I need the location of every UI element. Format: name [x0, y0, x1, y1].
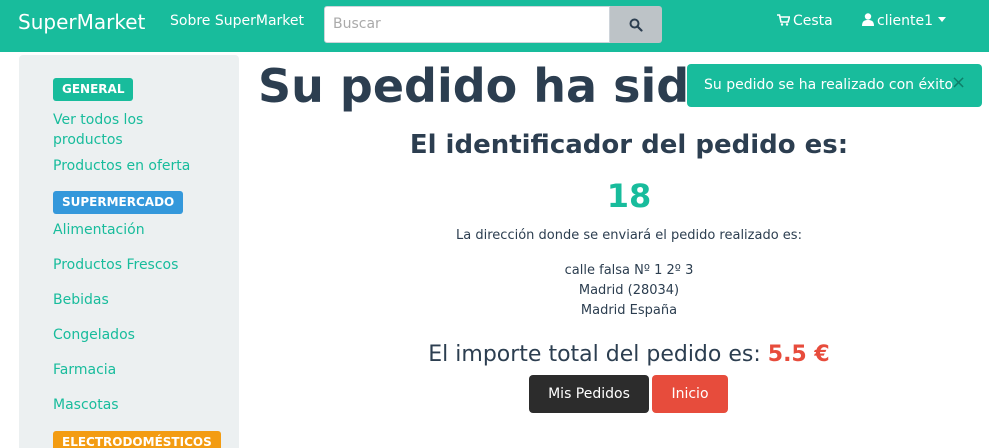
brand-logo[interactable]: SuperMarket [18, 10, 145, 34]
sidebar-item-drinks[interactable]: Bebidas [53, 290, 203, 310]
about-link[interactable]: Sobre SuperMarket [170, 12, 304, 30]
success-toast: Su pedido se ha realizado con éxito × [687, 64, 982, 107]
cart-link[interactable]: Cesta [777, 12, 833, 30]
user-icon [862, 13, 874, 26]
address-line: Madrid (28034) [578, 283, 680, 298]
sidebar-item-pets[interactable]: Mascotas [53, 395, 203, 415]
sidebar-item-pharmacy[interactable]: Farmacia [53, 360, 203, 380]
top-navbar: SuperMarket Sobre SuperMarket Buscar Ces… [0, 0, 989, 52]
home-button[interactable]: Inicio [652, 375, 728, 413]
total-amount: 5.5 € [767, 342, 830, 367]
electro-badge: ELECTRODOMÉSTICOS [53, 431, 221, 448]
sidebar-item-offers[interactable]: Productos en oferta [53, 156, 203, 176]
sidebar-item-all-products[interactable]: Ver todos los productos [53, 110, 203, 150]
address-line: calle falsa Nº 1 2º 3 [564, 263, 694, 278]
toast-message: Su pedido se ha realizado con éxito [704, 77, 954, 93]
supermarket-badge: SUPERMERCADO [53, 191, 184, 214]
close-icon[interactable]: × [951, 73, 966, 93]
sidebar-item-fresh[interactable]: Productos Frescos [53, 255, 203, 275]
search-button[interactable] [610, 6, 662, 43]
total-label: El importe total del pedido es: [428, 342, 761, 367]
sidebar-item-food[interactable]: Alimentación [53, 220, 203, 240]
search-placeholder: Buscar [333, 16, 381, 32]
address-block: calle falsa Nº 1 2º 3 Madrid (28034) Mad… [409, 261, 849, 321]
order-id-heading: El identificador del pedido es: [409, 130, 849, 160]
my-orders-button[interactable]: Mis Pedidos [529, 375, 649, 413]
chevron-down-icon [937, 17, 946, 22]
cart-icon [777, 14, 791, 26]
address-label: La dirección donde se enviará el pedido … [456, 228, 802, 243]
user-label: cliente1 [877, 13, 933, 29]
cart-label: Cesta [793, 13, 833, 29]
search-input[interactable]: Buscar [324, 6, 610, 43]
general-badge: GENERAL [53, 78, 134, 101]
sidebar-item-frozen[interactable]: Congelados [53, 325, 203, 345]
address-line: Madrid España [580, 303, 678, 318]
search-icon [629, 18, 643, 32]
order-total: El importe total del pedido es: 5.5 € [409, 340, 849, 370]
order-id-value: 18 [606, 177, 652, 215]
category-sidebar: GENERAL Ver todos los productos Producto… [19, 55, 239, 448]
user-menu[interactable]: cliente1 [862, 12, 946, 30]
